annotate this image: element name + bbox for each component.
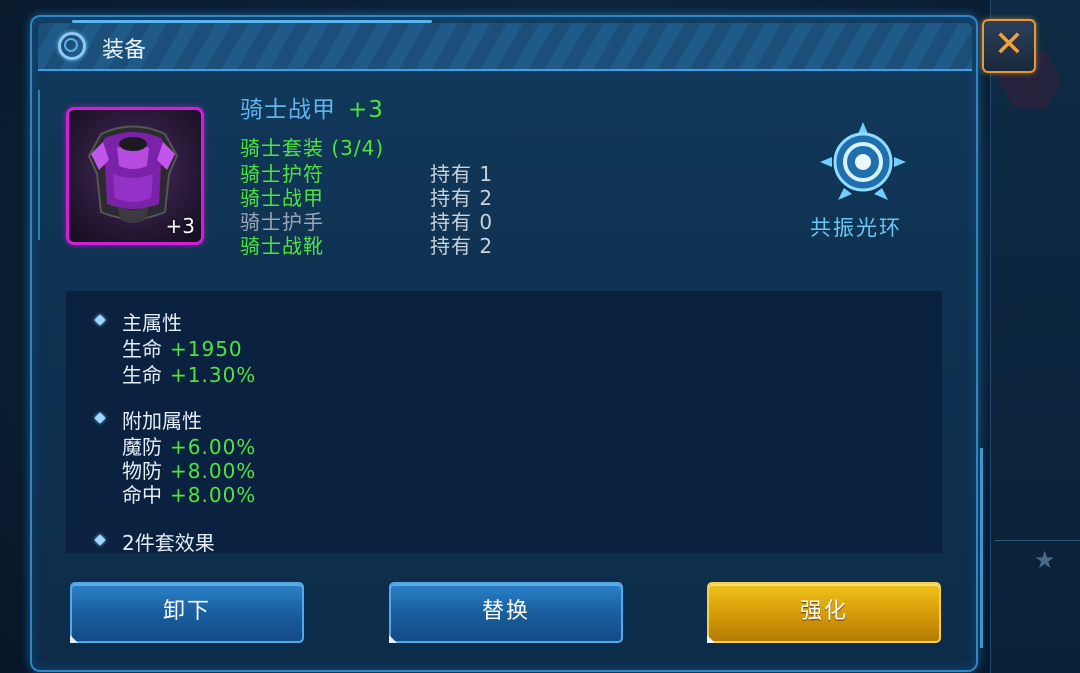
item-slot[interactable]: +3 [66,107,204,245]
item-slot-level: +3 [165,214,195,238]
set-title: 骑士套装 (3/4) [240,136,385,160]
attribute-name: 命中 [122,483,162,507]
dialog-title: 装备 [102,38,147,63]
set-effect-title: 2件套效果 [122,531,215,553]
attribute-line: 生命 +1.30% [122,359,256,388]
left-edge-glow [38,90,40,240]
attribute-value: +8.00% [170,483,257,507]
attribute-line: 命中 +8.00% [122,479,256,508]
right-edge-glow [980,448,983,648]
bullet-diamond-icon [94,534,106,546]
item-enhance-level: +3 [348,97,384,123]
bullet-diamond-icon [94,412,106,424]
resonance-aura-label[interactable]: 共振光环 [810,212,902,242]
set-piece-name: 骑士战靴 [240,234,324,258]
extra-attributes-title: 附加属性 [122,409,202,433]
set-piece-count: 持有 2 [430,234,494,258]
background-divider [995,540,1080,541]
set-piece-row: 骑士战靴 持有 2 [240,230,493,259]
attributes-panel[interactable]: 主属性 生命 +1950 生命 +1.30% 附加属性 魔防 +6.00% 物防 +8.… [66,291,942,553]
attribute-name: 生命 [122,337,162,361]
unequip-button[interactable]: 卸下 [70,582,304,643]
bullet-diamond-icon [94,314,106,326]
item-name: 骑士战甲 +3 [240,90,384,124]
item-name-text: 骑士战甲 [240,97,336,123]
attribute-value: +1.30% [170,363,257,387]
enhance-button[interactable]: 强化 [707,582,941,643]
star-icon: ★ [1034,546,1056,574]
replace-button[interactable]: 替换 [389,582,623,643]
title-bar: 装备 [38,23,972,71]
main-attributes-title: 主属性 [122,311,182,335]
attribute-value: +1950 [170,337,243,361]
resonance-aura-icon[interactable] [818,120,908,206]
equipment-ring-icon [58,32,86,60]
attribute-line: 生命 +1950 [122,333,243,362]
attribute-name: 生命 [122,363,162,387]
close-button[interactable]: ✕ [982,19,1036,73]
